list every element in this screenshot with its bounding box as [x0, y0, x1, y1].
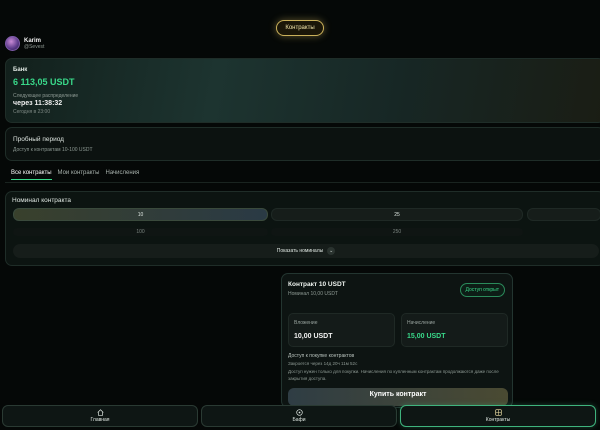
accrual-label: Начисление [407, 320, 436, 326]
home-icon [96, 409, 104, 416]
top-bar: Контракты [0, 16, 600, 36]
tab-all-contracts[interactable]: Все контракты [11, 170, 52, 180]
nav-home-label: Главная [90, 417, 110, 423]
nav-contracts[interactable]: Контракты [400, 405, 596, 427]
chevron-down-icon: ⌄ [327, 247, 336, 255]
tab-accruals[interactable]: Начисления [105, 170, 139, 180]
bank-title: Банк [13, 67, 28, 73]
contract-card: Контракт 10 USDT Номинал 10,00 USDT Дост… [281, 273, 513, 408]
distribution-today: Сегодня в 23:00 [13, 109, 51, 115]
show-nominals-label: Показать номиналы [276, 248, 324, 254]
nav-contracts-label: Контракты [485, 417, 511, 423]
access-badge: Доступ открыт [459, 283, 505, 297]
tabs-divider [5, 182, 600, 183]
tab-my-contracts[interactable]: Мои контракты [58, 170, 100, 180]
nav-home[interactable]: Главная [2, 405, 198, 427]
next-distribution-label: Следующее распределение [13, 93, 79, 99]
user-handle: @Sevest [24, 43, 45, 50]
deposit-value: 10,00 USDT [294, 333, 333, 340]
bank-card: Банк 6 113,05 USDT Следующее распределен… [5, 58, 600, 123]
nominal-card: Номинал контракта 10 25 100 250 Показать… [5, 191, 600, 266]
avatar [5, 36, 20, 51]
bottom-nav: Главная Бафи Контракты [0, 404, 600, 430]
nominal-chip-10[interactable]: 10 [13, 208, 268, 221]
nominal-chip-25[interactable]: 25 [271, 208, 523, 221]
deposit-label: Вложение [294, 320, 318, 326]
deposit-box: Вложение 10,00 USDT [288, 313, 395, 347]
trial-card: Пробный период Доступ к контрактам 10-10… [5, 127, 600, 161]
access-countdown: Закроется через 14д 20ч 11м 52с [288, 361, 358, 366]
nominal-chip-250[interactable]: 250 [271, 228, 523, 236]
contracts-icon [494, 409, 502, 416]
bank-amount: 6 113,05 USDT [13, 77, 75, 87]
nominal-chip-100[interactable]: 100 [13, 228, 268, 236]
nav-bonus-label: Бафи [292, 417, 306, 423]
accrual-value: 15,00 USDT [407, 333, 446, 340]
access-note: Доступ нужен только для покупки. Начисле… [288, 369, 499, 381]
accrual-box: Начисление 15,00 USDT [401, 313, 508, 347]
trial-subtitle: Доступ к контрактам 10-100 USDT [13, 147, 93, 153]
show-nominals-button[interactable]: Показать номиналы ⌄ [13, 244, 599, 258]
access-info: Доступ к покупке контрактов [288, 353, 355, 359]
nominal-title: Номинал контракта [12, 197, 71, 204]
next-distribution-time: через 11:38:32 [13, 100, 63, 107]
target-icon [295, 409, 303, 416]
contract-tabs: Все контракты Мои контракты Начисления [11, 170, 139, 180]
user-profile[interactable]: Karim @Sevest [5, 36, 44, 51]
contracts-pill[interactable]: Контракты [276, 20, 324, 36]
trial-title: Пробный период [13, 136, 64, 143]
nominal-chip-more[interactable] [527, 208, 600, 221]
nav-bonus[interactable]: Бафи [201, 405, 397, 427]
